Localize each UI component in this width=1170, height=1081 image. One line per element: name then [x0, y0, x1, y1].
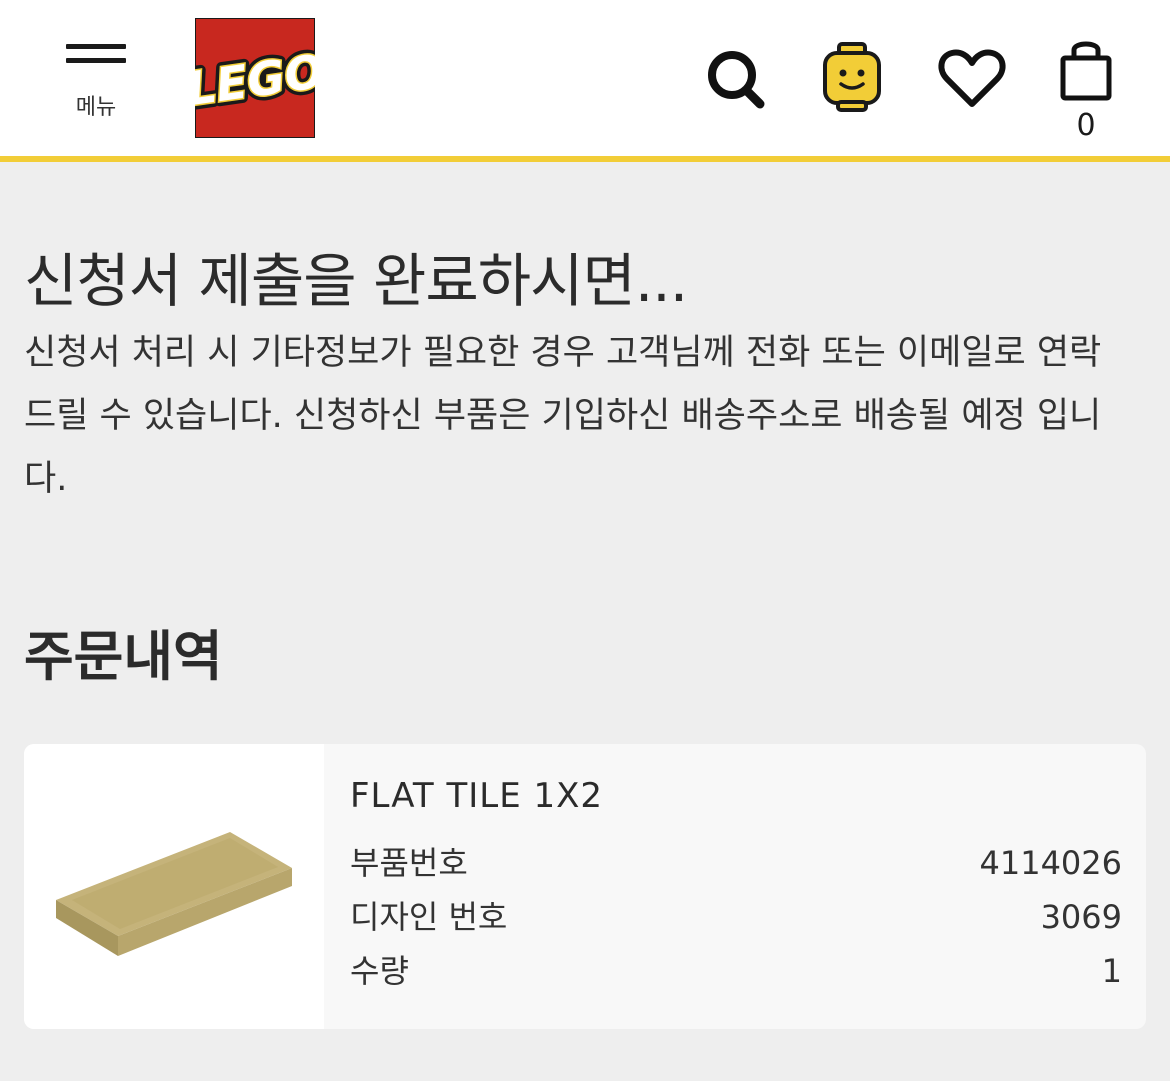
part-number-value: 4114026 [979, 844, 1122, 882]
lego-logo[interactable]: LEGO LEGO [178, 17, 332, 139]
search-button[interactable] [696, 38, 776, 118]
order-item-card: FLAT TILE 1X2 부품번호 4114026 디자인 번호 3069 수… [24, 744, 1146, 1029]
submission-description: 신청서 처리 시 기타정보가 필요한 경우 고객님께 전화 또는 이메일로 연락… [24, 333, 1102, 499]
lego-logo-icon: LEGO LEGO [178, 17, 332, 139]
design-number-label: 디자인 번호 [350, 898, 508, 936]
menu-button[interactable]: 메뉴 [56, 44, 136, 134]
wishlist-icon [938, 49, 1006, 107]
part-number-label: 부품번호 [350, 844, 468, 882]
quantity-label: 수량 [350, 952, 409, 990]
cart-icon [1060, 41, 1112, 101]
page-title: 신청서 제출을 완료하시면... [24, 247, 688, 315]
menu-label: 메뉴 [75, 95, 117, 120]
detail-row-quantity: 수량 1 [350, 944, 1122, 998]
account-button[interactable] [812, 38, 892, 118]
account-icon [823, 42, 881, 112]
item-details: FLAT TILE 1X2 부품번호 4114026 디자인 번호 3069 수… [350, 776, 1122, 998]
menu-icon [66, 44, 126, 49]
wishlist-button[interactable] [932, 38, 1012, 118]
item-image [24, 744, 324, 1029]
quantity-value: 1 [1101, 952, 1122, 990]
cart-button[interactable] [1046, 38, 1126, 118]
item-name: FLAT TILE 1X2 [350, 776, 604, 816]
site-header: 메뉴 LEGO LEGO 0 [0, 0, 1170, 162]
design-number-value: 3069 [1040, 898, 1122, 936]
detail-row-part-number: 부품번호 4114026 [350, 836, 1122, 890]
flat-tile-icon [56, 832, 292, 956]
search-icon [708, 51, 765, 109]
cart-count: 0 [1076, 108, 1096, 143]
detail-row-design-number: 디자인 번호 3069 [350, 890, 1122, 944]
menu-icon-bar [66, 58, 126, 63]
order-section-title: 주문내역 [24, 625, 223, 688]
